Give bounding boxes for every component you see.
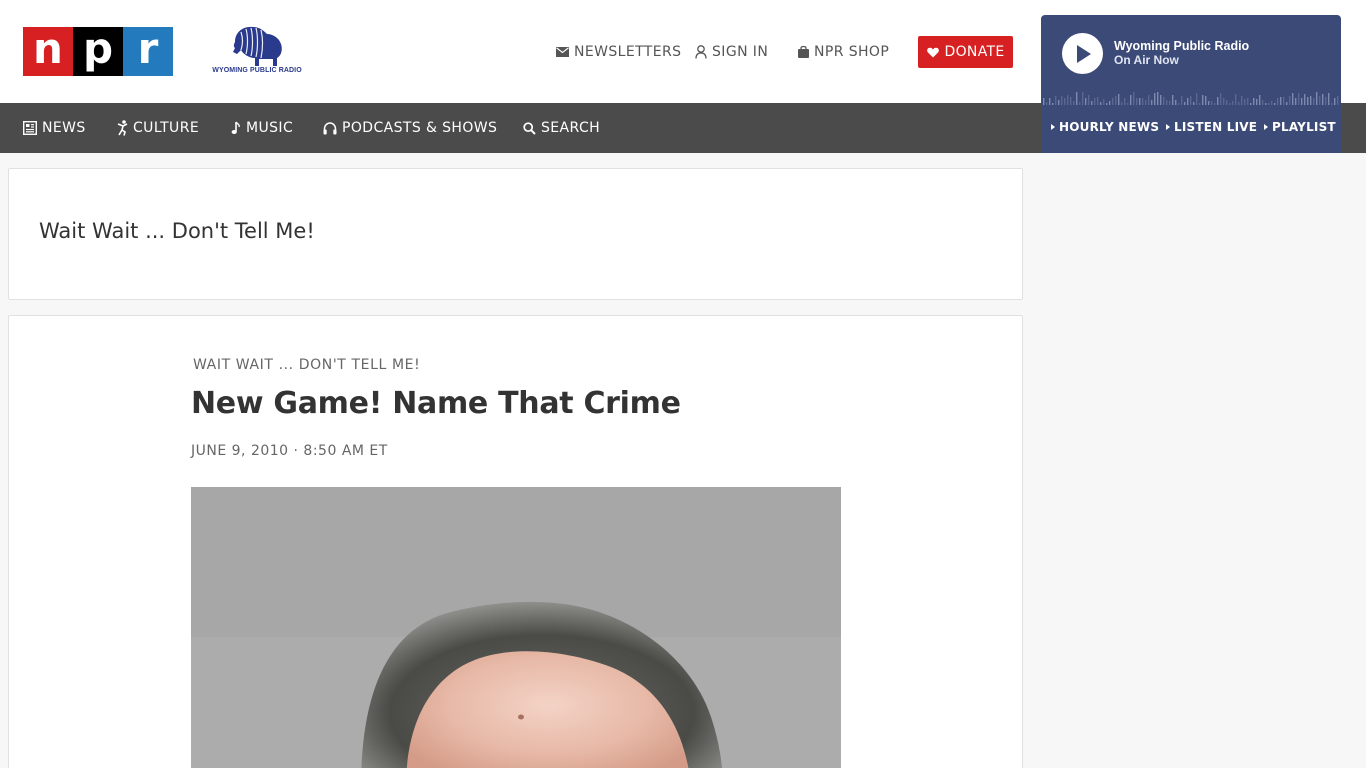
heart-icon — [926, 47, 939, 57]
envelope-icon — [556, 46, 569, 57]
nav-search-label: SEARCH — [541, 120, 601, 136]
hourly-news-link[interactable]: HOURLY NEWS — [1051, 111, 1159, 143]
wyoming-public-radio-logo[interactable]: WYOMING PUBLIC RADIO — [209, 24, 305, 78]
nav-music-label: MUSIC — [246, 120, 294, 136]
triangle-right-icon — [1166, 124, 1170, 130]
station-logo-text: WYOMING PUBLIC RADIO — [212, 67, 302, 74]
nav-podcasts-shows[interactable]: PODCASTS & SHOWS — [323, 103, 497, 153]
listen-live-label: LISTEN LIVE — [1174, 120, 1258, 134]
npr-shop-link[interactable]: NPR SHOP — [798, 43, 889, 60]
npr-logo-n: n — [23, 27, 73, 76]
article-dateline: JUNE 9, 2010 · 8:50 AM ET — [191, 443, 388, 459]
npr-logo-p: p — [73, 27, 123, 76]
program-header-card: Wait Wait ... Don't Tell Me! — [8, 168, 1023, 300]
article-card: WAIT WAIT ... DON'T TELL ME! New Game! N… — [8, 315, 1023, 768]
nav-culture[interactable]: CULTURE — [116, 103, 199, 153]
station-player: Wyoming Public Radio On Air Now HOURLY N… — [1041, 15, 1341, 153]
npr-logo-r: r — [123, 27, 173, 76]
npr-logo[interactable]: n p r — [23, 27, 173, 76]
article-slug[interactable]: WAIT WAIT ... DON'T TELL ME! — [193, 357, 420, 373]
nav-podcasts-label: PODCASTS & SHOWS — [342, 120, 498, 136]
audio-waveform — [1043, 92, 1339, 105]
headphones-icon — [323, 121, 337, 134]
sign-in-link[interactable]: SIGN IN — [695, 43, 768, 60]
nav-news-label: NEWS — [42, 120, 86, 136]
play-button[interactable] — [1062, 33, 1103, 74]
shopping-bag-icon — [798, 45, 809, 58]
playlist-label: PLAYLIST — [1272, 120, 1336, 134]
bison-logo-icon — [233, 26, 282, 66]
newsletters-link[interactable]: NEWSLETTERS — [556, 43, 681, 60]
on-air-status: On Air Now — [1114, 53, 1179, 67]
program-title[interactable]: Wait Wait ... Don't Tell Me! — [39, 219, 315, 243]
npr-shop-label: NPR SHOP — [814, 43, 890, 60]
mugshot-image — [191, 487, 841, 768]
newspaper-icon — [23, 121, 37, 135]
newsletters-label: NEWSLETTERS — [574, 43, 682, 60]
station-name: Wyoming Public Radio — [1114, 39, 1250, 53]
listen-live-link[interactable]: LISTEN LIVE — [1166, 111, 1257, 143]
nav-news[interactable]: NEWS — [23, 103, 86, 153]
play-icon — [1076, 44, 1091, 63]
music-note-icon — [231, 121, 240, 134]
nav-search[interactable]: SEARCH — [523, 103, 600, 153]
user-icon — [695, 44, 707, 59]
playlist-link[interactable]: PLAYLIST — [1264, 111, 1336, 143]
search-icon — [523, 121, 536, 135]
donate-label: DONATE — [944, 44, 1005, 60]
player-links: HOURLY NEWS LISTEN LIVE PLAYLIST — [1041, 111, 1341, 143]
nav-music[interactable]: MUSIC — [231, 103, 293, 153]
triangle-right-icon — [1264, 124, 1268, 130]
triangle-right-icon — [1051, 124, 1055, 130]
article-photo — [191, 487, 841, 768]
hourly-news-label: HOURLY NEWS — [1059, 120, 1160, 134]
sign-in-label: SIGN IN — [712, 43, 769, 60]
dancer-icon — [117, 120, 128, 136]
article-headline: New Game! Name That Crime — [191, 386, 681, 421]
donate-button[interactable]: DONATE — [918, 36, 1013, 68]
nav-culture-label: CULTURE — [133, 120, 200, 136]
